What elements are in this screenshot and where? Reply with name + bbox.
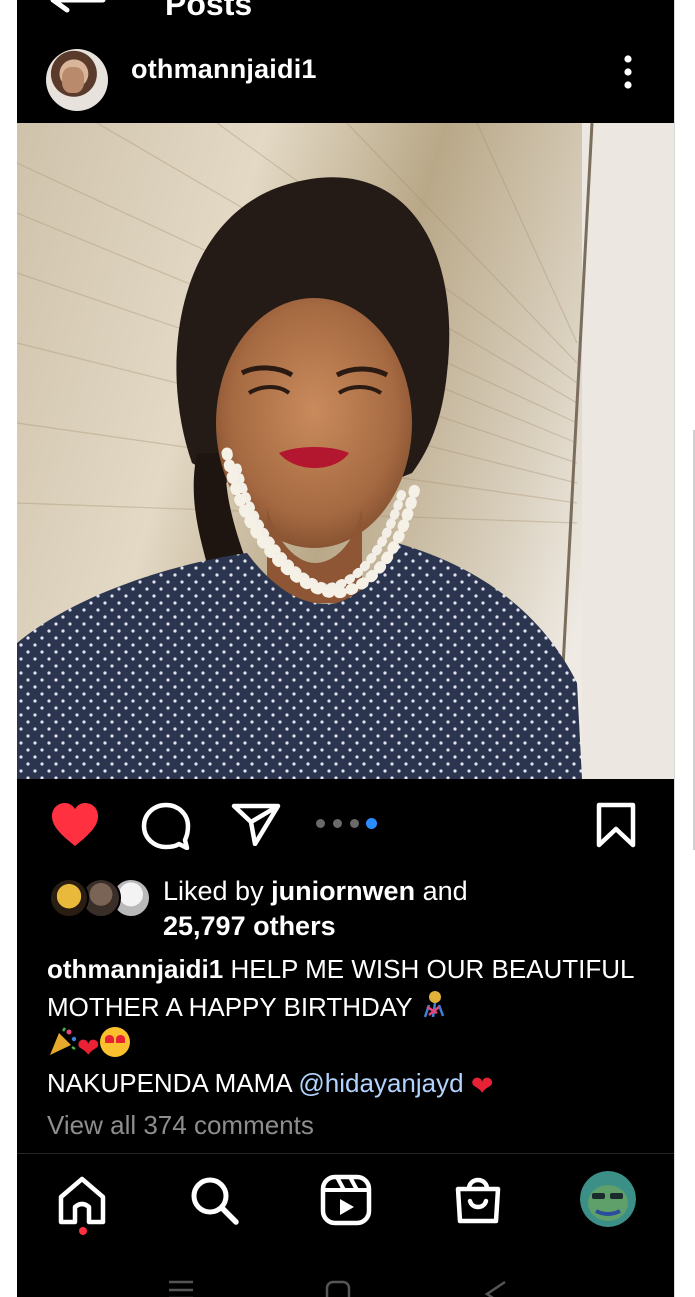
carousel-dot-active bbox=[366, 818, 377, 829]
home-system-icon[interactable] bbox=[325, 1280, 351, 1297]
search-icon[interactable] bbox=[187, 1173, 241, 1227]
caption-username[interactable]: othmannjaidi1 bbox=[47, 954, 223, 984]
profile-avatar[interactable] bbox=[580, 1171, 636, 1227]
liker-avatar bbox=[49, 878, 89, 918]
bookmark-icon[interactable] bbox=[595, 802, 637, 848]
likes-count[interactable]: 25,797 others bbox=[163, 911, 336, 941]
carousel-dot bbox=[316, 819, 325, 828]
likes-prefix: Liked by bbox=[163, 876, 272, 906]
more-options-icon[interactable] bbox=[617, 54, 639, 90]
page-title: Posts bbox=[165, 0, 253, 22]
caption-mention[interactable]: @hidayanjayd bbox=[298, 1068, 463, 1098]
top-bar: Posts bbox=[17, 0, 674, 22]
bottom-nav bbox=[17, 1165, 674, 1245]
back-arrow-icon[interactable] bbox=[47, 0, 107, 18]
liker-username[interactable]: juniornwen bbox=[271, 876, 415, 906]
likes-text[interactable]: Liked by juniornwen and 25,797 others bbox=[163, 874, 468, 944]
heart-icon[interactable] bbox=[50, 802, 100, 848]
comment-icon[interactable] bbox=[141, 802, 191, 850]
red-heart-icon: ❤ bbox=[470, 1071, 494, 1101]
nav-divider bbox=[17, 1153, 674, 1154]
system-nav-bar bbox=[17, 1272, 674, 1297]
likes-summary[interactable]: Liked by juniornwen and 25,797 others bbox=[17, 872, 674, 947]
reels-icon[interactable] bbox=[319, 1173, 373, 1227]
home-notification-dot bbox=[79, 1227, 87, 1235]
app-screen: Posts othmannjaidi1 Liked by juniornwen … bbox=[17, 0, 674, 1297]
post-photo[interactable] bbox=[17, 123, 674, 779]
heart-eyes-icon bbox=[99, 1027, 130, 1057]
red-heart-icon: ❤ bbox=[77, 1033, 100, 1063]
carousel-dot bbox=[333, 819, 342, 828]
carousel-indicator bbox=[314, 818, 384, 830]
post-caption: othmannjaidi1 HELP ME WISH OUR BEAUTIFUL… bbox=[47, 950, 657, 1102]
back-system-icon[interactable] bbox=[483, 1280, 509, 1297]
likes-middle: and bbox=[415, 876, 468, 906]
post-header: othmannjaidi1 bbox=[17, 40, 674, 111]
view-comments-link[interactable]: View all 374 comments bbox=[47, 1110, 314, 1141]
home-icon[interactable] bbox=[55, 1173, 109, 1227]
recent-apps-icon[interactable] bbox=[167, 1280, 195, 1297]
carousel-dot bbox=[350, 819, 359, 828]
share-icon[interactable] bbox=[231, 802, 281, 846]
shop-icon[interactable] bbox=[451, 1173, 505, 1227]
right-edge-strip bbox=[674, 0, 695, 1297]
caption-line2: NAKUPENDA MAMA bbox=[47, 1068, 299, 1098]
author-avatar[interactable] bbox=[46, 49, 108, 111]
party-popper-icon bbox=[50, 1027, 77, 1055]
confetti-ball-icon bbox=[424, 991, 445, 1018]
post-photo-illustration bbox=[17, 123, 674, 779]
author-username[interactable]: othmannjaidi1 bbox=[131, 54, 317, 85]
action-bar bbox=[17, 790, 674, 860]
